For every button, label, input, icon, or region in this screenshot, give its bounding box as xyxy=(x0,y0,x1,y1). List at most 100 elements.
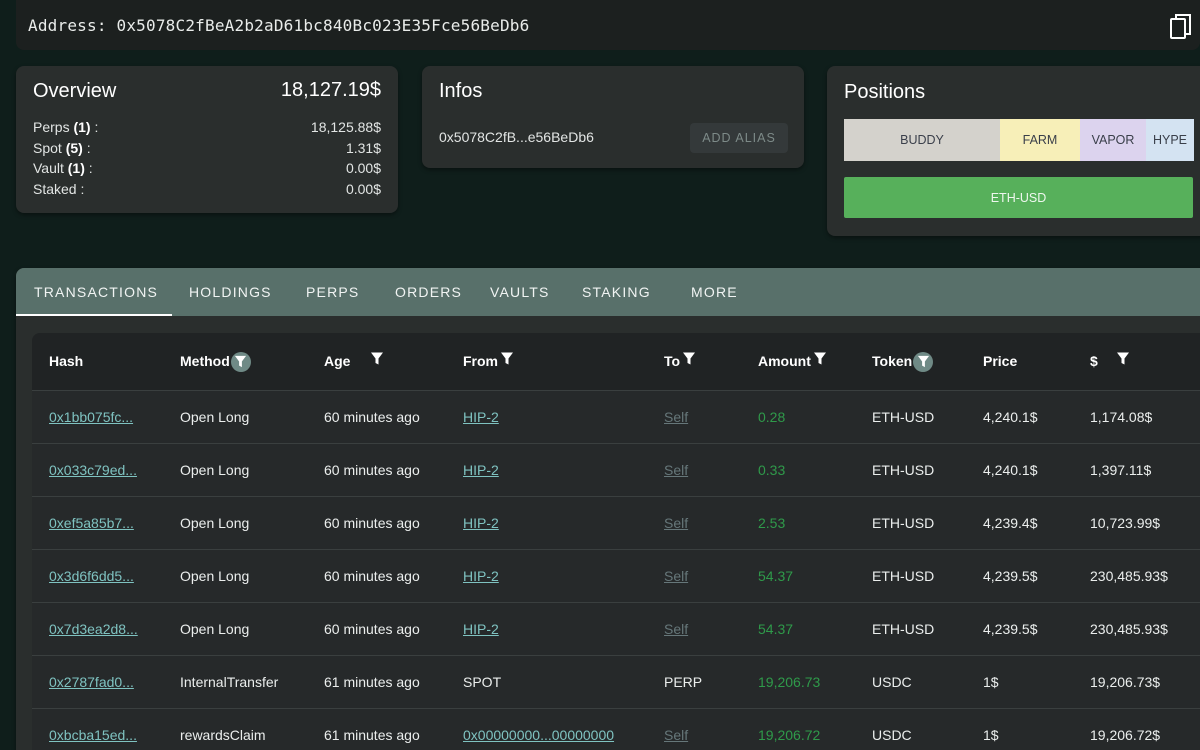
add-alias-button[interactable]: ADD ALIAS xyxy=(690,123,788,153)
overview-value-vault: 0.00$ xyxy=(345,160,381,176)
tx-age: 60 minutes ago xyxy=(324,515,420,531)
tx-amount: 19,206.73 xyxy=(758,674,821,690)
table-row: 0x7d3ea2d8... Open Long 60 minutes ago H… xyxy=(32,602,1200,655)
filter-icon[interactable] xyxy=(1116,333,1130,390)
tx-to-link[interactable]: Self xyxy=(664,497,688,550)
tx-token: ETH-USD xyxy=(872,462,935,478)
tx-token: USDC xyxy=(872,727,912,743)
position-segment-vapor[interactable]: VAPOR xyxy=(1080,119,1146,161)
tx-to-link[interactable]: Self xyxy=(664,603,688,656)
column-header-token: Token xyxy=(872,333,934,390)
tx-amount: 54.37 xyxy=(758,568,794,584)
tx-age: 60 minutes ago xyxy=(324,568,420,584)
tx-to-link[interactable]: Self xyxy=(664,444,688,497)
copy-icon[interactable] xyxy=(1170,14,1192,40)
table-row: 0x2787fad0... InternalTransfer 61 minute… xyxy=(32,655,1200,708)
tx-from: SPOT xyxy=(463,674,502,690)
tab-perps[interactable]: PERPS xyxy=(306,268,359,316)
filter-icon[interactable] xyxy=(230,351,251,372)
filter-icon[interactable] xyxy=(813,333,827,390)
tx-method: Open Long xyxy=(180,462,250,478)
tx-from-link[interactable]: HIP-2 xyxy=(463,391,499,444)
tx-age: 60 minutes ago xyxy=(324,621,420,637)
tx-from-link[interactable]: HIP-2 xyxy=(463,603,499,656)
infos-short-address: 0x5078C2fB...e56BeDb6 xyxy=(439,129,594,145)
filter-icon[interactable] xyxy=(370,333,384,390)
tx-from-link[interactable]: HIP-2 xyxy=(463,550,499,603)
positions-allocation-bar: BUDDY FARM VAPOR HYPE xyxy=(844,119,1200,161)
tx-method: Open Long xyxy=(180,515,250,531)
tx-price: 4,240.1$ xyxy=(983,409,1038,425)
column-header-method: Method xyxy=(180,333,251,390)
overview-values: 18,125.88$ 1.31$ 0.00$ 0.00$ xyxy=(311,117,381,199)
tx-method: rewardsClaim xyxy=(180,727,266,743)
overview-row-staked: Staked : xyxy=(33,180,85,197)
positions-card: Positions BUDDY FARM VAPOR HYPE ETH-USD xyxy=(827,66,1200,236)
overview-row-spot: Spot (5) : xyxy=(33,139,91,156)
tab-orders[interactable]: ORDERS xyxy=(395,268,462,316)
tx-age: 60 minutes ago xyxy=(324,462,420,478)
tx-method: Open Long xyxy=(180,409,250,425)
tx-method: Open Long xyxy=(180,568,250,584)
tx-amount: 0.33 xyxy=(758,462,786,478)
tx-to-link[interactable]: Self xyxy=(664,709,688,750)
overview-title: Overview xyxy=(33,80,117,102)
column-header-age: Age xyxy=(324,333,384,390)
tx-from-link[interactable]: 0x00000000...00000000 xyxy=(463,709,614,750)
tx-price: 4,239.5$ xyxy=(983,568,1038,584)
tx-method: Open Long xyxy=(180,621,250,637)
active-tab-indicator xyxy=(16,314,172,316)
table-row: 0x3d6f6dd5... Open Long 60 minutes ago H… xyxy=(32,549,1200,602)
column-header-amount: Amount xyxy=(758,333,827,390)
tx-usd: 19,206.72$ xyxy=(1090,727,1161,743)
tx-usd: 19,206.73$ xyxy=(1090,674,1161,690)
tx-hash-link[interactable]: 0x033c79ed... xyxy=(49,444,137,497)
tx-from-link[interactable]: HIP-2 xyxy=(463,497,499,550)
tx-usd: 230,485.93$ xyxy=(1090,568,1168,584)
tx-hash-link[interactable]: 0x7d3ea2d8... xyxy=(49,603,138,656)
position-segment-farm[interactable]: FARM xyxy=(1000,119,1080,161)
tx-from-link[interactable]: HIP-2 xyxy=(463,444,499,497)
overview-value-spot: 1.31$ xyxy=(345,139,381,156)
tx-token: ETH-USD xyxy=(872,621,935,637)
table-row: 0x033c79ed... Open Long 60 minutes ago H… xyxy=(32,443,1200,496)
column-header-price: Price xyxy=(983,353,1018,369)
tx-to-link[interactable]: Self xyxy=(664,391,688,444)
tx-amount: 54.37 xyxy=(758,621,794,637)
tab-holdings[interactable]: HOLDINGS xyxy=(189,268,272,316)
tx-hash-link[interactable]: 0x2787fad0... xyxy=(49,656,134,709)
tx-to-link[interactable]: Self xyxy=(664,550,688,603)
tx-hash-link[interactable]: 0xef5a85b7... xyxy=(49,497,134,550)
position-segment-buddy[interactable]: BUDDY xyxy=(844,119,1000,161)
tab-vaults[interactable]: VAULTS xyxy=(490,268,550,316)
infos-title: Infos xyxy=(439,80,483,102)
transactions-table: Hash Method Age From To Amount Token Pri… xyxy=(32,333,1200,750)
tx-amount: 2.53 xyxy=(758,515,786,531)
address-text: Address: 0x5078C2fBeA2b2aD61bc840Bc023E3… xyxy=(28,16,530,35)
column-header-usd: $ xyxy=(1090,333,1130,390)
address-bar: Address: 0x5078C2fBeA2b2aD61bc840Bc023E3… xyxy=(16,0,1200,50)
tx-hash-link[interactable]: 0x1bb075fc... xyxy=(49,391,133,444)
tx-price: 4,239.4$ xyxy=(983,515,1038,531)
filter-icon[interactable] xyxy=(682,333,696,390)
tx-price: 1$ xyxy=(983,727,999,743)
infos-card: Infos 0x5078C2fB...e56BeDb6 ADD ALIAS xyxy=(422,66,804,168)
table-row: 0x1bb075fc... Open Long 60 minutes ago H… xyxy=(32,390,1200,443)
column-header-hash: Hash xyxy=(49,353,84,369)
filter-icon[interactable] xyxy=(500,333,514,390)
position-perp-eth-usd[interactable]: ETH-USD xyxy=(844,177,1193,218)
tx-token: ETH-USD xyxy=(872,515,935,531)
tx-usd: 1,397.11$ xyxy=(1090,462,1152,478)
tx-age: 60 minutes ago xyxy=(324,409,420,425)
tx-usd: 1,174.08$ xyxy=(1090,409,1153,425)
tx-hash-link[interactable]: 0x3d6f6dd5... xyxy=(49,550,134,603)
tx-hash-link[interactable]: 0xbcba15ed... xyxy=(49,709,137,750)
tab-staking[interactable]: STAKING xyxy=(582,268,651,316)
tab-transactions[interactable]: TRANSACTIONS xyxy=(34,268,158,316)
tab-more[interactable]: MORE xyxy=(691,268,738,316)
filter-icon[interactable] xyxy=(913,351,934,372)
position-segment-hype[interactable]: HYPE xyxy=(1146,119,1194,161)
overview-labels: Perps (1) : Spot (5) : Vault (1) : Stake… xyxy=(33,117,98,199)
tx-amount: 19,206.72 xyxy=(758,727,821,743)
tx-token: ETH-USD xyxy=(872,409,935,425)
